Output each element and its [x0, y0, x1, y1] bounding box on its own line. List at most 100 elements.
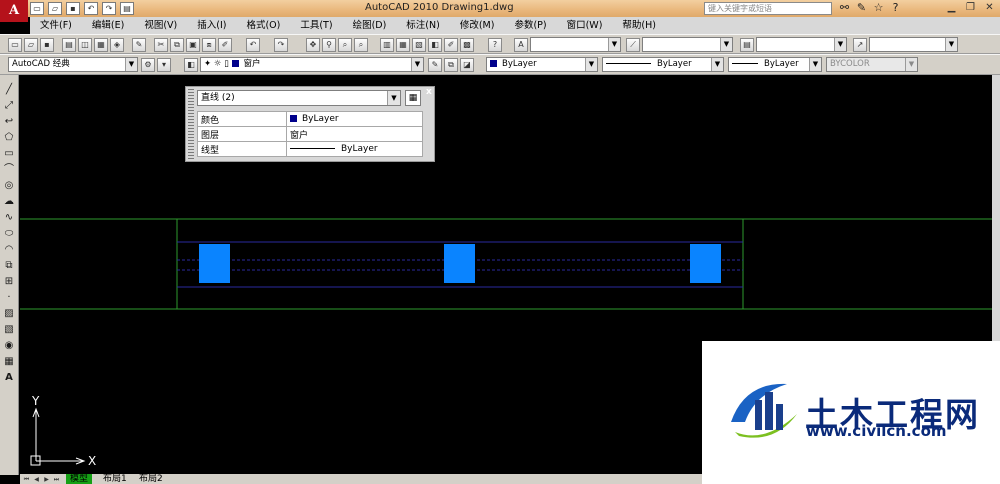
mleader-style-icon[interactable]: ↗	[853, 38, 867, 52]
window-block[interactable]	[690, 244, 721, 283]
mleader-style-select[interactable]: ▼	[869, 37, 958, 52]
menu-view[interactable]: 视图(V)	[134, 17, 187, 34]
ellipse-icon[interactable]: ⬭	[2, 227, 16, 240]
revcloud-icon[interactable]: ☁	[2, 195, 16, 208]
redo-icon[interactable]: ↷	[274, 38, 288, 52]
design-center-icon[interactable]: ▦	[396, 38, 410, 52]
print-icon[interactable]: ▤	[62, 38, 76, 52]
arc-icon[interactable]: ⌒	[2, 163, 16, 176]
help-search-input[interactable]: 键入关键字或短语	[704, 2, 832, 15]
help-icon[interactable]: ?	[488, 38, 502, 52]
publish-icon[interactable]: ▦	[94, 38, 108, 52]
ellipse-arc-icon[interactable]: ◠	[2, 243, 16, 256]
layer-previous-icon[interactable]: ◪	[460, 58, 474, 72]
undo-icon[interactable]: ↶	[84, 2, 98, 15]
construction-line-icon[interactable]: ⤢	[2, 99, 16, 112]
dim-style-icon[interactable]: ⟋	[626, 38, 640, 52]
layer-select[interactable]: ✦ ☼ ▯ 窗户 ▼	[200, 57, 424, 72]
star-icon[interactable]: ☆	[872, 1, 885, 15]
copy-base-icon[interactable]: ⧈	[202, 38, 216, 52]
tab-model[interactable]: 模型	[66, 474, 93, 484]
match-prop-icon[interactable]: ✐	[218, 38, 232, 52]
zoom-window-icon[interactable]: ⌕	[338, 38, 352, 52]
menu-insert[interactable]: 插入(I)	[187, 17, 236, 34]
tools-icon[interactable]: ✎	[855, 1, 868, 15]
mtext-icon[interactable]: A	[2, 371, 16, 384]
cut-icon[interactable]: ✂	[154, 38, 168, 52]
prop-value[interactable]: ByLayer	[286, 111, 423, 127]
vertical-scrollbar[interactable]	[992, 75, 1000, 345]
sheet-set-icon[interactable]: ◧	[428, 38, 442, 52]
make-current-icon[interactable]: ✎	[428, 58, 442, 72]
line-icon[interactable]: ╱	[2, 83, 16, 96]
save-icon[interactable]: ▪	[40, 38, 54, 52]
linetype-select[interactable]: ByLayer ▼	[602, 57, 724, 72]
menu-format[interactable]: 格式(O)	[236, 17, 290, 34]
binoculars-icon[interactable]: ⚯	[838, 1, 851, 15]
circle-icon[interactable]: ◎	[2, 179, 16, 192]
lineweight-select[interactable]: ByLayer ▼	[728, 57, 822, 72]
zoom-previous-icon[interactable]: ⌕	[354, 38, 368, 52]
tab-layout2[interactable]: 布局2	[135, 474, 167, 484]
spline-icon[interactable]: ∿	[2, 211, 16, 224]
insert-block-icon[interactable]: ⧉	[2, 259, 16, 272]
quickcalc-icon[interactable]: ▩	[460, 38, 474, 52]
polygon-icon[interactable]: ⬠	[2, 131, 16, 144]
tab-layout1[interactable]: 布局1	[99, 474, 131, 484]
dim-style-select[interactable]: ▼	[642, 37, 733, 52]
make-block-icon[interactable]: ⊞	[2, 275, 16, 288]
menu-draw[interactable]: 绘图(D)	[343, 17, 397, 34]
3d-dwf-icon[interactable]: ◈	[110, 38, 124, 52]
workspace-select[interactable]: AutoCAD 经典 ▼	[8, 57, 138, 72]
gradient-icon[interactable]: ▧	[2, 323, 16, 336]
prop-value[interactable]: ByLayer	[286, 141, 423, 157]
preview-icon[interactable]: ◫	[78, 38, 92, 52]
window-block[interactable]	[199, 244, 230, 283]
paste-icon[interactable]: ▣	[186, 38, 200, 52]
last-tab-icon[interactable]: ⏭	[52, 475, 61, 484]
object-type-select[interactable]: 直线 (2) ▼	[197, 90, 401, 106]
table-style-select[interactable]: ▼	[756, 37, 847, 52]
workspace-extra-icon[interactable]: ▾	[157, 58, 171, 72]
plot-icon[interactable]: ▤	[120, 2, 134, 15]
text-style-icon[interactable]: A	[514, 38, 528, 52]
window-block[interactable]	[444, 244, 475, 283]
autocad-logo-icon[interactable]: A	[0, 0, 28, 22]
menu-file[interactable]: 文件(F)	[30, 17, 82, 34]
save-icon[interactable]: ▪	[66, 2, 80, 15]
menu-dimension[interactable]: 标注(N)	[396, 17, 450, 34]
tool-palettes-icon[interactable]: ▧	[412, 38, 426, 52]
restore-icon[interactable]: ❐	[961, 0, 980, 15]
properties-icon[interactable]: ▥	[380, 38, 394, 52]
prop-value[interactable]: 窗户	[286, 126, 423, 142]
table-icon[interactable]: ▦	[2, 355, 16, 368]
redo-icon[interactable]: ↷	[102, 2, 116, 15]
qnew-icon[interactable]: ▭	[8, 38, 22, 52]
layer-manager-icon[interactable]: ◧	[184, 58, 198, 72]
point-icon[interactable]: ·	[2, 291, 16, 304]
undo-icon[interactable]: ↶	[246, 38, 260, 52]
pan-icon[interactable]: ✥	[306, 38, 320, 52]
close-icon[interactable]: x	[426, 87, 436, 97]
layer-states-icon[interactable]: ⧉	[444, 58, 458, 72]
menu-edit[interactable]: 编辑(E)	[82, 17, 134, 34]
menu-modify[interactable]: 修改(M)	[450, 17, 505, 34]
copy-icon[interactable]: ⧉	[170, 38, 184, 52]
prev-tab-icon[interactable]: ◀	[32, 475, 41, 484]
polyline-icon[interactable]: ↩	[2, 115, 16, 128]
menu-tools[interactable]: 工具(T)	[290, 17, 342, 34]
zoom-realtime-icon[interactable]: ⚲	[322, 38, 336, 52]
menu-help[interactable]: 帮助(H)	[612, 17, 666, 34]
first-tab-icon[interactable]: ⏮	[22, 475, 31, 484]
hatch-icon[interactable]: ▨	[2, 307, 16, 320]
next-tab-icon[interactable]: ▶	[42, 475, 51, 484]
menu-parametric[interactable]: 参数(P)	[504, 17, 556, 34]
panel-grip[interactable]	[188, 89, 194, 159]
match-icon[interactable]: ✎	[132, 38, 146, 52]
menu-window[interactable]: 窗口(W)	[557, 17, 613, 34]
help-icon[interactable]: ?	[889, 1, 902, 15]
rectangle-icon[interactable]: ▭	[2, 147, 16, 160]
region-icon[interactable]: ◉	[2, 339, 16, 352]
color-select[interactable]: ByLayer ▼	[486, 57, 598, 72]
minimize-icon[interactable]: ▁	[942, 0, 961, 15]
